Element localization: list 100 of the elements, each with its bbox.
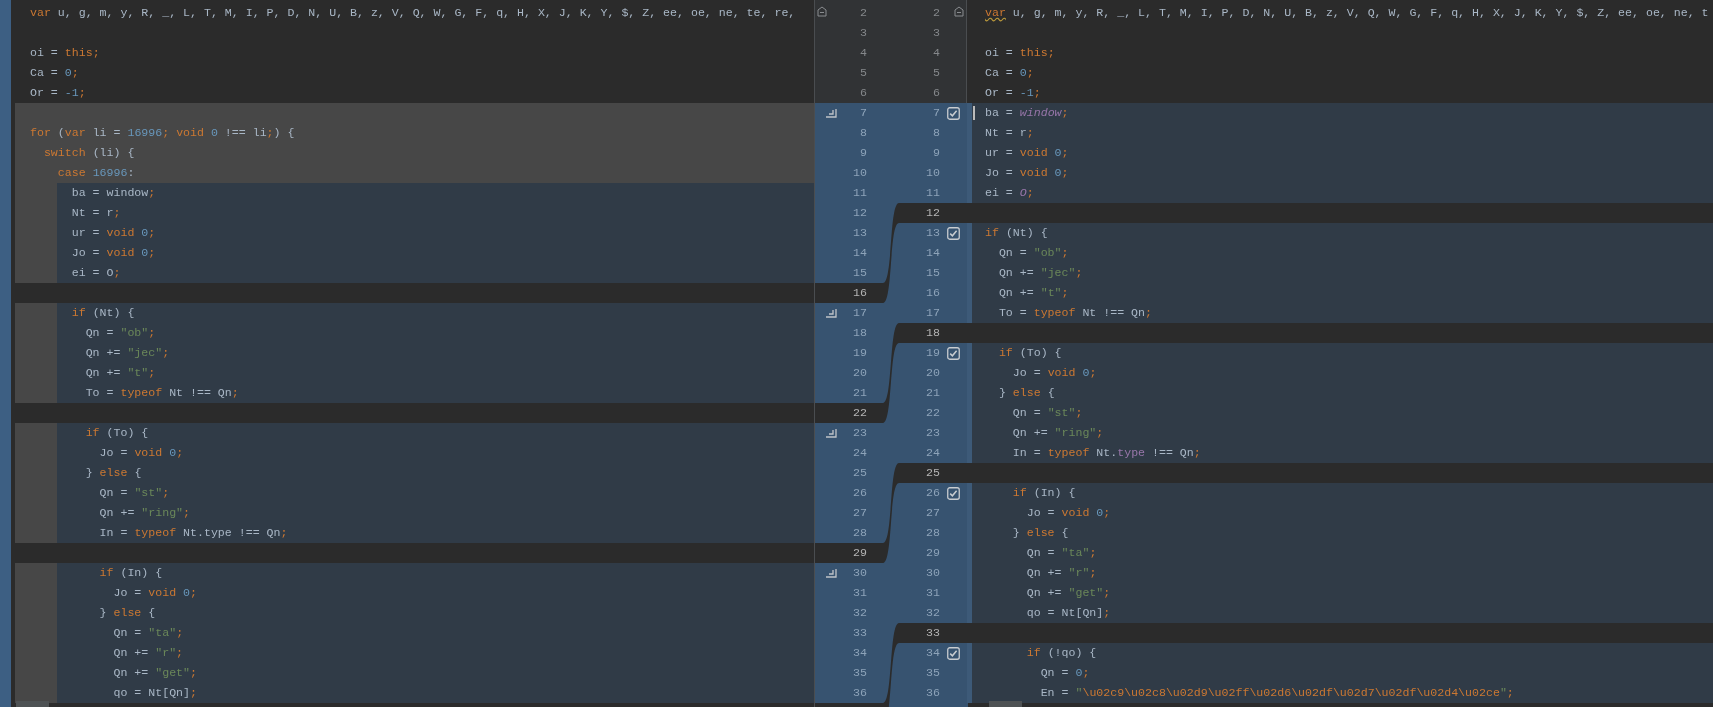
line-number: 2 bbox=[932, 5, 940, 22]
code-line: } else { bbox=[98, 605, 156, 622]
code-line: var u, g, m, y, R, _, L, T, M, I, P, D, N, U, B, z, V, Q, W, G, F, q, H, X, J, K, Y, $, Z, ee, oe, ne, t bbox=[984, 5, 1709, 22]
line-number: 19 bbox=[852, 345, 867, 362]
line-number: 8 bbox=[932, 125, 940, 142]
line-number: 6 bbox=[859, 85, 867, 102]
line-number: 26 bbox=[925, 485, 940, 502]
line-number: 12 bbox=[852, 205, 867, 222]
code-line: To = typeof Nt !== Qn; bbox=[84, 385, 239, 402]
line-number: 3 bbox=[859, 25, 867, 42]
fold-icon[interactable] bbox=[954, 6, 964, 17]
code-line: Ca = 0; bbox=[984, 65, 1034, 82]
checkbox[interactable] bbox=[946, 646, 960, 660]
line-number: 26 bbox=[852, 485, 867, 502]
line-number: 16 bbox=[852, 285, 867, 302]
line-number: 28 bbox=[852, 525, 867, 542]
line-number: 13 bbox=[852, 225, 867, 242]
code-line: Jo = void 0; bbox=[1011, 365, 1097, 382]
line-number: 11 bbox=[852, 185, 867, 202]
apply-arrow-icon[interactable] bbox=[825, 428, 837, 438]
code-line: In = typeof Nt.type !== Qn; bbox=[98, 525, 288, 542]
line-number: 30 bbox=[925, 565, 940, 582]
checkbox[interactable] bbox=[946, 106, 960, 120]
line-number: 11 bbox=[925, 185, 940, 202]
code-line: Jo = void 0; bbox=[70, 245, 156, 262]
line-number: 18 bbox=[925, 325, 940, 342]
line-number: 5 bbox=[859, 65, 867, 82]
code-line: if (To) { bbox=[84, 425, 149, 442]
code-line: In = typeof Nt.type !== Qn; bbox=[1011, 445, 1201, 462]
code-line: Qn = "st"; bbox=[98, 485, 170, 502]
line-number: 21 bbox=[852, 385, 867, 402]
code-line: Ca = 0; bbox=[29, 65, 79, 82]
line-number: 31 bbox=[852, 585, 867, 602]
code-line: En = "\u02c9\u02c8\u02d9\u02ff\u02d6\u02df\u02d7\u02df\u02d4\u02ce"; bbox=[1039, 685, 1514, 702]
code-line: ba = window; bbox=[984, 105, 1069, 122]
code-line: } else { bbox=[84, 465, 142, 482]
line-number: 32 bbox=[852, 605, 867, 622]
code-line: Nt = r; bbox=[70, 205, 121, 222]
line-number: 4 bbox=[932, 45, 940, 62]
code-line: if (To) { bbox=[997, 345, 1062, 362]
apply-arrow-icon[interactable] bbox=[825, 108, 837, 118]
code-line: } else { bbox=[1011, 525, 1069, 542]
code-line: Jo = void 0; bbox=[1025, 505, 1111, 522]
line-number: 14 bbox=[925, 245, 940, 262]
line-number: 18 bbox=[852, 325, 867, 342]
code-line: oi = this; bbox=[29, 45, 100, 62]
line-number: 22 bbox=[925, 405, 940, 422]
fold-icon[interactable] bbox=[817, 6, 827, 17]
line-number: 22 bbox=[852, 405, 867, 422]
line-number: 13 bbox=[925, 225, 940, 242]
line-number: 29 bbox=[925, 545, 940, 562]
scrollbar-thumb[interactable] bbox=[989, 701, 1022, 707]
code-line: Qn = "ob"; bbox=[997, 245, 1069, 262]
code-line: if (In) { bbox=[98, 565, 163, 582]
code-line: Qn += "ring"; bbox=[98, 505, 191, 522]
line-number: 21 bbox=[925, 385, 940, 402]
line-number: 25 bbox=[925, 465, 940, 482]
line-number: 34 bbox=[852, 645, 867, 662]
code-line: if (Nt) { bbox=[70, 305, 135, 322]
line-number: 2 bbox=[859, 5, 867, 22]
code-line: Qn += "jec"; bbox=[84, 345, 170, 362]
code-line: Qn = 0; bbox=[1039, 665, 1090, 682]
line-number: 16 bbox=[925, 285, 940, 302]
line-number: 6 bbox=[932, 85, 940, 102]
line-number: 20 bbox=[852, 365, 867, 382]
line-number: 15 bbox=[852, 265, 867, 282]
line-number: 12 bbox=[925, 205, 940, 222]
code-line: Qn = "ta"; bbox=[112, 625, 184, 642]
code-line: Jo = void 0; bbox=[112, 585, 197, 602]
code-line: Jo = void 0; bbox=[98, 445, 184, 462]
apply-arrow-icon[interactable] bbox=[825, 568, 837, 578]
code-line: switch (li) { bbox=[42, 145, 135, 162]
checkbox[interactable] bbox=[946, 486, 960, 500]
line-number: 17 bbox=[852, 305, 867, 322]
line-number: 31 bbox=[925, 585, 940, 602]
code-line: ei = O; bbox=[70, 265, 121, 282]
line-number: 35 bbox=[925, 665, 940, 682]
code-line: Qn = "ob"; bbox=[84, 325, 156, 342]
line-number: 4 bbox=[859, 45, 867, 62]
line-number: 7 bbox=[932, 105, 940, 122]
code-line: Jo = void 0; bbox=[984, 165, 1069, 182]
line-number: 15 bbox=[925, 265, 940, 282]
checkbox[interactable] bbox=[946, 226, 960, 240]
code-line: ei = O; bbox=[984, 185, 1034, 202]
code-line: ba = window; bbox=[70, 185, 156, 202]
code-line: Qn = "st"; bbox=[1011, 405, 1083, 422]
code-line: if (!qo) { bbox=[1025, 645, 1097, 662]
code-line: Qn += "jec"; bbox=[997, 265, 1083, 282]
code-line: Qn += "get"; bbox=[112, 665, 197, 682]
line-number: 27 bbox=[852, 505, 867, 522]
line-number: 8 bbox=[859, 125, 867, 142]
line-number: 36 bbox=[852, 685, 867, 702]
line-number: 32 bbox=[925, 605, 940, 622]
checkbox[interactable] bbox=[946, 346, 960, 360]
apply-arrow-icon[interactable] bbox=[825, 308, 837, 318]
code-line: Qn += "r"; bbox=[112, 645, 184, 662]
scrollbar-thumb[interactable] bbox=[16, 701, 49, 707]
code-line: Qn += "t"; bbox=[84, 365, 156, 382]
line-number: 23 bbox=[852, 425, 867, 442]
code-line: qo = Nt[Qn]; bbox=[1025, 605, 1111, 622]
